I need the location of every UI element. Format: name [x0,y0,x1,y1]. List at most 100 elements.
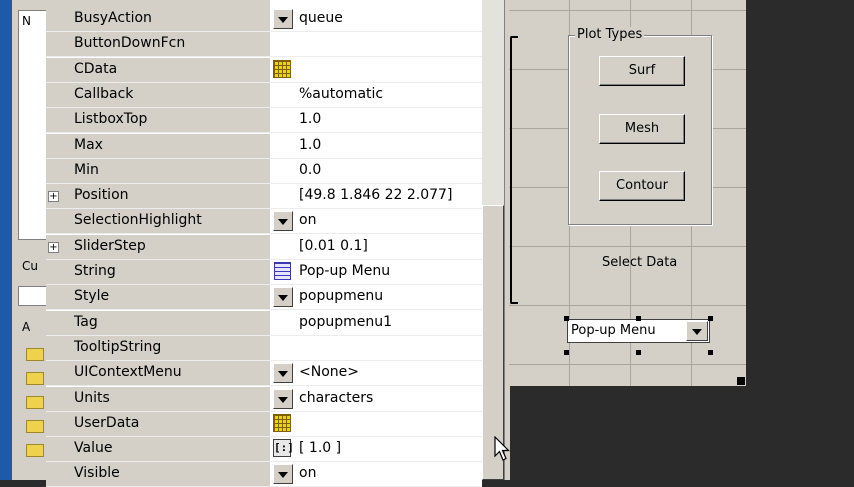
property-value: queue [299,10,343,26]
resize-handle[interactable] [636,350,641,355]
property-row[interactable]: String Pop-up Menu [46,260,482,285]
property-name-cell[interactable]: CData [46,57,270,83]
property-row[interactable]: BusyAction queue [46,7,482,32]
property-name: String [74,263,116,279]
property-row[interactable]: Min 0.0 [46,158,482,184]
property-value: <None> [299,364,359,381]
property-name-cell[interactable]: Callback [46,82,270,108]
property-value: characters [299,389,374,406]
chevron-down-icon[interactable] [686,321,708,341]
property-row[interactable]: Max 1.0 [46,133,482,159]
mesh-button[interactable]: Mesh [599,114,685,144]
property-value-cell[interactable]: popupmenu1 [270,310,482,336]
property-row[interactable]: UIContextMenu <None> [46,361,482,387]
property-value-cell[interactable] [270,32,482,58]
property-value-cell[interactable] [270,335,482,361]
property-name-cell[interactable]: Visible [46,462,270,487]
property-value-cell[interactable]: characters [270,386,482,412]
contour-button[interactable]: Contour [599,171,685,201]
resize-handle[interactable] [708,350,713,355]
property-row[interactable]: Tag popupmenu1 [46,310,482,336]
property-row[interactable]: + SliderStep [0.01 0.1] [46,234,482,260]
property-value-cell[interactable]: 1.0 [270,108,482,134]
grid-icon[interactable] [273,413,291,432]
property-value-cell[interactable]: [49.8 1.846 22 2.077] [270,184,482,210]
property-name-cell[interactable]: ListboxTop [46,108,270,134]
property-row[interactable]: Visible on [46,462,482,487]
property-name-cell[interactable]: Style [46,285,270,311]
surf-button[interactable]: Surf [599,56,685,86]
canvas-resize-handle[interactable] [737,377,745,385]
property-value-cell[interactable]: %automatic [270,82,482,108]
property-row[interactable]: + Position [49.8 1.846 22 2.077] [46,184,482,210]
property-value-cell[interactable] [270,57,482,83]
property-row[interactable]: TooltipString [46,335,482,361]
property-value-cell[interactable]: on [270,462,482,487]
property-row[interactable]: SelectionHighlight on [46,209,482,235]
property-value-cell[interactable]: Pop-up Menu [270,260,482,285]
property-name-cell[interactable]: Max [46,133,270,159]
property-name-cell[interactable]: UIContextMenu [46,361,270,387]
property-value-cell[interactable]: [:] [ 1.0 ] [270,437,482,463]
property-name-cell[interactable]: BusyAction [46,7,270,32]
chevron-down-icon[interactable] [273,9,293,29]
list-icon[interactable] [274,262,291,280]
property-name: Style [74,288,110,305]
property-row[interactable]: Units characters [46,386,482,412]
property-name-cell[interactable]: Value [46,437,270,463]
property-name-cell[interactable]: String [46,260,270,285]
chevron-down-icon[interactable] [273,363,293,384]
chevron-down-icon[interactable] [273,388,293,409]
property-value-cell[interactable]: [0.01 0.1] [270,234,482,260]
folder-icon [26,372,44,385]
property-row[interactable]: UserData [46,411,482,437]
property-value-cell[interactable]: 0.0 [270,158,482,184]
grid-icon[interactable] [273,59,291,78]
background-window-edge [0,0,12,480]
chevron-down-icon[interactable] [273,464,293,485]
panel-title: Plot Types [575,27,645,42]
resize-handle[interactable] [564,350,569,355]
property-value: Pop-up Menu [299,263,391,279]
property-name: ButtonDownFcn [74,35,186,52]
property-row[interactable]: ButtonDownFcn [46,32,482,58]
background-tab-label: Cu [22,259,38,273]
chevron-down-icon[interactable] [273,287,293,308]
property-name: SliderStep [74,237,146,254]
property-name-cell[interactable]: ButtonDownFcn [46,32,270,58]
property-name-cell[interactable]: Min [46,158,270,184]
property-row[interactable]: ListboxTop 1.0 [46,108,482,134]
resize-handle[interactable] [708,316,713,321]
property-value: 0.0 [299,161,322,178]
property-name-cell[interactable]: UserData [46,411,270,437]
selection-bracket [510,36,518,304]
property-value-cell[interactable] [270,411,482,437]
property-value: 1.0 [299,111,322,128]
resize-handle[interactable] [636,316,641,321]
property-value-cell[interactable]: <None> [270,361,482,387]
property-name-cell[interactable]: + Position [46,184,270,210]
popup-menu[interactable]: Pop-up Menu [567,319,710,343]
property-value-cell[interactable]: popupmenu [270,285,482,311]
property-value-cell[interactable]: on [270,209,482,235]
property-name-cell[interactable]: + SliderStep [46,234,270,260]
property-value-cell[interactable]: queue [270,7,482,32]
property-name-cell[interactable]: Units [46,386,270,412]
folder-icon [26,396,44,409]
chevron-down-icon[interactable] [273,211,293,232]
property-row[interactable]: Value [:] [ 1.0 ] [46,437,482,463]
property-row[interactable]: Style popupmenu [46,285,482,311]
property-name-cell[interactable]: TooltipString [46,335,270,361]
property-row[interactable]: Callback %automatic [46,82,482,108]
folder-up-icon[interactable] [18,286,48,306]
property-name-cell[interactable]: SelectionHighlight [46,209,270,235]
resize-handle[interactable] [564,316,569,321]
matrix-icon[interactable]: [:] [273,439,294,458]
property-value-cell[interactable]: 1.0 [270,133,482,159]
expand-icon[interactable]: + [48,241,59,253]
property-inspector: BusyAction queue ButtonDownFcn CData Callbac… [46,0,482,487]
property-row[interactable]: CData [46,57,482,83]
property-name-cell[interactable]: Tag [46,310,270,336]
expand-icon[interactable]: + [48,191,59,203]
folder-icon [26,420,44,433]
